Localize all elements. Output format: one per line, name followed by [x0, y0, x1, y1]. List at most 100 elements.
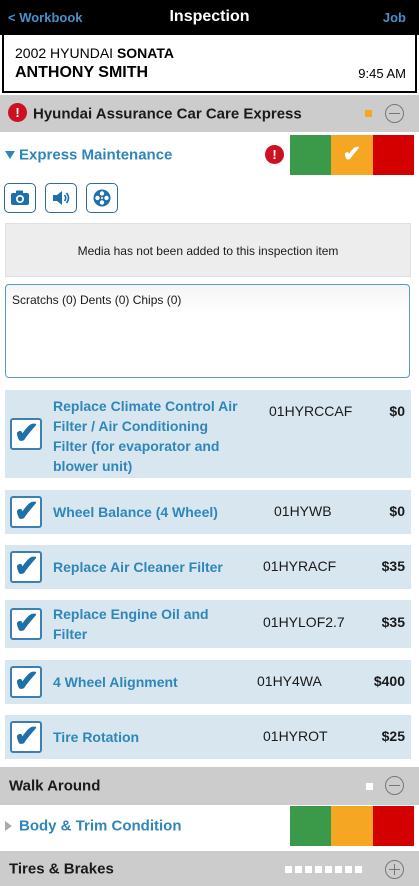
collapsed-triangle-icon [5, 821, 12, 831]
service-item[interactable]: ✔ Tire Rotation 01HYROT $25 [5, 715, 411, 759]
status-dot [315, 866, 322, 873]
item-name[interactable]: Replace Climate Control Air Filter / Air… [53, 396, 238, 476]
item-price: $35 [381, 614, 405, 630]
item-price: $0 [389, 403, 405, 419]
status-selector [290, 806, 414, 846]
item-name-line: Replace Climate Control Air [53, 398, 238, 414]
job-button[interactable]: Job [383, 10, 406, 25]
body-trim-row[interactable]: Body & Trim Condition [0, 806, 419, 846]
item-code: 01HYROT [263, 728, 328, 744]
status-indicator-square [366, 783, 373, 790]
nav-bar: < Workbook Inspection Job [0, 0, 419, 35]
check-icon: ✔ [14, 495, 40, 528]
item-price: $35 [381, 558, 405, 574]
section-header-walk-around[interactable]: Walk Around [0, 767, 419, 805]
express-maintenance-label[interactable]: Express Maintenance [19, 147, 172, 164]
check-icon: ✔ [14, 720, 40, 753]
item-name-line: Wheel Balance (4 Wheel) [53, 504, 218, 520]
item-price: $400 [373, 673, 405, 689]
item-checkbox[interactable]: ✔ [10, 417, 42, 450]
status-indicator-dots [285, 866, 362, 873]
vehicle-name: 2002 HYUNDAI SONATA [15, 45, 174, 61]
service-item[interactable]: ✔ 4 Wheel Alignment 01HY4WA $400 [5, 660, 411, 704]
item-name[interactable]: Replace Air Cleaner Filter [53, 557, 223, 577]
vehicle-year-make: 2002 HYUNDAI [15, 45, 114, 61]
status-dot [305, 866, 312, 873]
item-price: $25 [381, 728, 405, 744]
service-item[interactable]: ✔ Replace Engine Oil and Filter 01HYLOF2… [5, 600, 411, 648]
section-title: Hyundai Assurance Car Care Express [33, 105, 302, 122]
inspection-notes-textarea[interactable]: Scratchs (0) Dents (0) Chips (0) [5, 284, 410, 378]
item-name-line: Replace Engine Oil and [53, 606, 209, 622]
section-title: Tires & Brakes [9, 860, 114, 877]
customer-name: ANTHONY SMITH [15, 64, 149, 81]
item-name-line: 4 Wheel Alignment [53, 674, 178, 690]
video-button[interactable] [86, 183, 118, 213]
item-name-line: Filter (for evaporator and [53, 438, 220, 454]
express-maintenance-row[interactable]: Express Maintenance ! ✔ [0, 135, 419, 175]
page-title: Inspection [169, 8, 250, 25]
alert-icon: ! [265, 145, 284, 164]
service-item[interactable]: ✔ Wheel Balance (4 Wheel) 01HYWB $0 [5, 490, 411, 534]
item-checkbox[interactable]: ✔ [10, 550, 42, 583]
inspection-screen: < Workbook Inspection Job 2002 HYUNDAI S… [0, 0, 419, 886]
status-indicator-square [365, 110, 372, 117]
status-green-button[interactable] [290, 806, 332, 846]
status-selector: ✔ [290, 135, 414, 175]
item-checkbox[interactable]: ✔ [10, 607, 42, 640]
status-dot [335, 866, 342, 873]
service-item[interactable]: ✔ Replace Air Cleaner Filter 01HYRACF $3… [5, 545, 411, 589]
section-title: Walk Around [9, 777, 101, 795]
vehicle-info: 2002 HYUNDAI SONATA ANTHONY SMITH 9:45 A… [2, 35, 417, 93]
body-trim-label[interactable]: Body & Trim Condition [19, 818, 182, 835]
audio-button[interactable] [45, 183, 77, 213]
item-name-line: Replace Air Cleaner Filter [53, 559, 223, 575]
status-yellow-button[interactable] [331, 806, 373, 846]
status-dot [325, 866, 332, 873]
item-name[interactable]: Tire Rotation [53, 727, 139, 747]
appointment-time: 9:45 AM [358, 66, 406, 81]
item-checkbox[interactable]: ✔ [10, 665, 42, 698]
collapse-button[interactable] [385, 104, 404, 123]
film-reel-icon [93, 189, 111, 207]
item-code: 01HYRCCAF [269, 403, 353, 419]
check-icon: ✔ [342, 141, 362, 166]
check-icon: ✔ [14, 417, 40, 450]
item-code: 01HY4WA [257, 673, 322, 689]
collapse-button[interactable] [385, 776, 404, 795]
status-dot [285, 866, 292, 873]
item-name-line: Filter / Air Conditioning [53, 418, 209, 434]
status-dot [355, 866, 362, 873]
alert-icon: ! [8, 103, 27, 122]
item-name[interactable]: Wheel Balance (4 Wheel) [53, 502, 218, 522]
item-name[interactable]: Replace Engine Oil and Filter [53, 604, 209, 644]
service-item[interactable]: ✔ Replace Climate Control Air Filter / A… [5, 390, 411, 478]
status-green-button[interactable] [290, 135, 332, 175]
item-code: 01HYLOF2.7 [263, 614, 345, 630]
camera-button[interactable] [4, 183, 36, 213]
status-dot [295, 866, 302, 873]
item-code: 01HYWB [274, 503, 332, 519]
item-code: 01HYRACF [263, 558, 337, 574]
camera-icon [11, 190, 29, 205]
vehicle-model: SONATA [116, 45, 174, 61]
status-dot [345, 866, 352, 873]
item-checkbox[interactable]: ✔ [10, 720, 42, 753]
item-name-line: Filter [53, 626, 88, 642]
item-price: $0 [389, 503, 405, 519]
item-name[interactable]: 4 Wheel Alignment [53, 672, 178, 692]
check-icon: ✔ [14, 665, 40, 698]
section-header-car-care[interactable]: ! Hyundai Assurance Car Care Express [0, 95, 419, 132]
status-yellow-button[interactable]: ✔ [331, 135, 373, 175]
item-name-line: blower unit) [53, 458, 133, 474]
check-icon: ✔ [14, 550, 40, 583]
expanded-triangle-icon [5, 151, 15, 159]
status-red-button[interactable] [372, 806, 414, 846]
item-checkbox[interactable]: ✔ [10, 495, 42, 528]
check-icon: ✔ [14, 607, 40, 640]
speaker-icon [53, 191, 70, 205]
item-name-line: Tire Rotation [53, 729, 140, 745]
expand-button[interactable] [385, 860, 404, 879]
status-red-button[interactable] [372, 135, 414, 175]
media-empty-message: Media has not been added to this inspect… [5, 223, 411, 277]
